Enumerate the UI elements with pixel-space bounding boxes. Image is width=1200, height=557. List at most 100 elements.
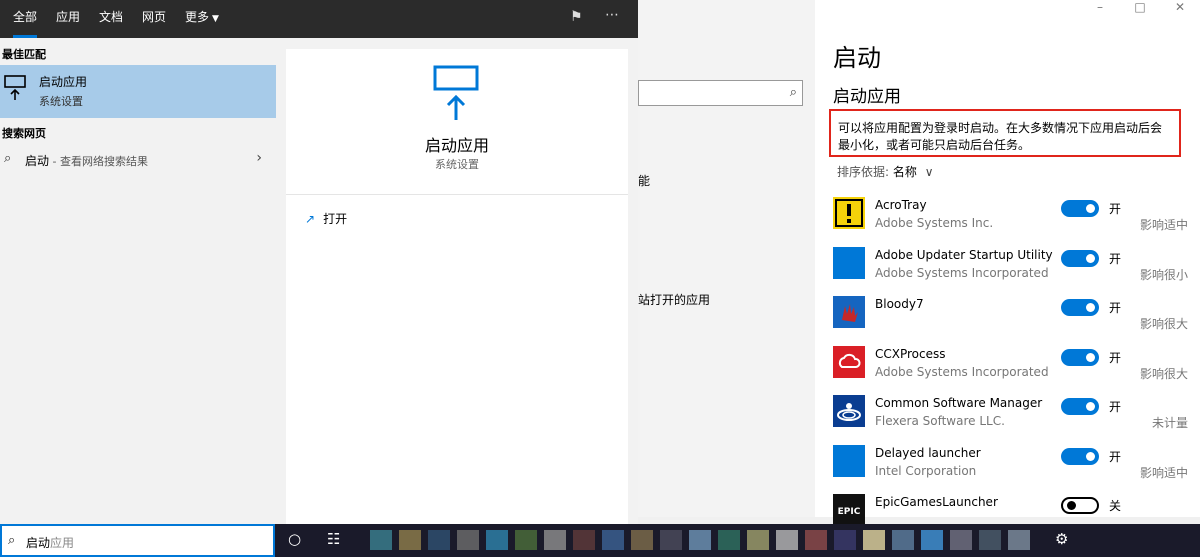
startup-app-row: Bloody7 开影响很大 [833, 295, 1200, 345]
pinned-app-icon[interactable] [573, 530, 595, 550]
chevron-down-icon: ∨ [924, 165, 934, 179]
best-match-name: 启动应用 [39, 75, 88, 89]
startup-toggle[interactable] [1061, 497, 1099, 514]
blank-app-icon [833, 444, 865, 477]
pinned-app-icon[interactable] [370, 530, 392, 550]
description-highlighted: 可以将应用配置为登录时启动。在大多数情况下应用启动后会最小化，或者可能只启动后台… [829, 109, 1181, 157]
app-name: Bloody7 [875, 297, 924, 311]
settings-search-box[interactable]: ⌕ [638, 80, 803, 106]
page-title: 启动 [833, 44, 881, 72]
blank-app-icon [833, 246, 865, 279]
app-name: AcroTray [875, 198, 927, 212]
startup-toggle[interactable] [1061, 200, 1099, 217]
startup-toggle[interactable] [1061, 348, 1099, 366]
pinned-app-icon[interactable] [805, 530, 827, 550]
startup-toggle[interactable] [1061, 299, 1099, 316]
startup-apps-large-icon [433, 65, 479, 120]
acrotray-icon [833, 197, 865, 229]
tab-all[interactable]: 全部 [13, 0, 38, 38]
web-search-item[interactable]: ⌕ 启动 - 查看网络搜索结果 › [0, 148, 276, 172]
tab-web[interactable]: 网页 [142, 0, 166, 38]
startup-toggle[interactable] [1061, 249, 1099, 267]
tab-more[interactable]: 更多 ▼ [185, 0, 219, 38]
svg-text:EPIC: EPIC [838, 507, 861, 517]
pinned-app-icon[interactable] [921, 530, 943, 550]
pinned-app-icon[interactable] [689, 530, 711, 550]
sort-label: 排序依据: [837, 165, 890, 179]
pinned-app-icon[interactable] [892, 530, 914, 550]
open-action[interactable]: ↗ 打开 [305, 210, 347, 227]
pinned-app-icon[interactable] [515, 530, 537, 550]
app-publisher: Flexera Software LLC. [875, 414, 1005, 428]
app-name: CCXProcess [875, 346, 946, 361]
divider [286, 194, 628, 195]
search-query-typed: 启动 [26, 536, 51, 550]
pinned-app-icon[interactable] [776, 530, 798, 550]
task-view-icon[interactable]: ☷ [327, 530, 340, 548]
open-icon: ↗ [305, 212, 316, 226]
cortana-icon[interactable]: ○ [288, 530, 301, 548]
pinned-app-icon[interactable] [979, 530, 1001, 550]
app-name: EpicGamesLauncher [875, 495, 998, 509]
pinned-app-icon[interactable] [428, 530, 450, 550]
search-icon: ⌕ [8, 533, 16, 548]
pinned-app-icon[interactable] [631, 530, 653, 550]
pinned-app-icon[interactable] [747, 530, 769, 550]
toggle-state-label: 开 [1109, 202, 1122, 216]
toggle-state-label: 开 [1109, 251, 1122, 266]
pinned-app-icon[interactable] [834, 530, 856, 550]
pinned-app-icon[interactable] [660, 530, 682, 550]
startup-toggle[interactable] [1061, 398, 1099, 415]
web-heading: 搜索网页 [2, 127, 46, 140]
pinned-app-icon[interactable] [486, 530, 508, 550]
pinned-app-icon[interactable] [1008, 530, 1030, 550]
best-match-subtitle: 系统设置 [39, 95, 83, 108]
pinned-app-icon[interactable] [950, 530, 972, 550]
startup-app-row: Common Software Manager Flexera Software … [833, 394, 1200, 444]
startup-impact: 未计量 [1151, 416, 1188, 430]
app-publisher: Adobe Systems Inc. [875, 216, 994, 230]
startup-app-row: AcroTray Adobe Systems Inc. 开影响适中 [833, 196, 1200, 246]
feedback-icon[interactable]: ⚑ [570, 9, 583, 25]
startup-app-row: Adobe Updater Startup Utility Adobe Syste… [833, 246, 1200, 296]
app-publisher: Adobe Systems Incorporated [875, 364, 1049, 379]
more-options-icon[interactable]: ⋯ [605, 7, 619, 23]
maximize-button[interactable]: □ [1120, 0, 1160, 14]
settings-gear-icon[interactable]: ⚙ [1055, 530, 1068, 548]
startup-app-row: CCXProcess Adobe Systems Incorporated 开影响很… [833, 345, 1200, 395]
toggle-state-label: 关 [1109, 499, 1122, 513]
chevron-right-icon[interactable]: › [256, 150, 262, 166]
search-query: 启动应用 [26, 534, 74, 551]
search-flyout: 全部 应用 文档 网页 更多 ▼ ⚑ ⋯ 最佳匹配 启动应用 系统设置 搜索网页 … [0, 0, 638, 524]
caret-down-icon: ▼ [212, 14, 219, 24]
startup-app-row: Delayed launcher Intel Corporation 开影响适中 [833, 444, 1200, 494]
search-icon: ⌕ [4, 151, 12, 166]
sort-dropdown[interactable]: 排序依据: 名称 ∨ [837, 163, 934, 180]
tab-documents[interactable]: 文档 [99, 0, 123, 38]
results-column: 最佳匹配 启动应用 系统设置 搜索网页 ⌕ 启动 - 查看网络搜索结果 › [0, 38, 276, 524]
pinned-app-icon[interactable] [457, 530, 479, 550]
pinned-app-icon[interactable] [399, 530, 421, 550]
startup-impact: 影响很大 [1139, 366, 1188, 381]
toggle-state-label: 开 [1109, 301, 1122, 315]
pinned-app-icon[interactable] [718, 530, 740, 550]
close-button[interactable]: ✕ [1160, 0, 1200, 14]
app-publisher: Adobe Systems Incorporated [875, 265, 1049, 280]
background-settings-window: ⌕ 能 站打开的应用 [638, 0, 815, 517]
best-match-item[interactable]: 启动应用 系统设置 [0, 65, 276, 118]
app-name: Common Software Manager [875, 396, 1043, 410]
app-publisher: Intel Corporation [875, 463, 977, 478]
best-match-heading: 最佳匹配 [2, 48, 46, 61]
minimize-button[interactable]: – [1080, 0, 1120, 14]
pinned-app-icon[interactable] [863, 530, 885, 550]
epic-icon: EPIC [833, 494, 865, 526]
pinned-app-icon[interactable] [544, 530, 566, 550]
pinned-app-icon[interactable] [602, 530, 624, 550]
sort-value: 名称 [892, 165, 917, 179]
startup-impact: 影响很大 [1139, 317, 1188, 331]
startup-toggle[interactable] [1061, 447, 1099, 465]
screen: ⌕ 能 站打开的应用 – □ ✕ 启动 启动应用 可以将应用配置为登录时启动。在… [0, 0, 1200, 557]
web-query-suffix: - 查看网络搜索结果 [49, 155, 148, 168]
taskbar-search-input[interactable]: ⌕ 启动应用 [0, 524, 275, 557]
tab-apps[interactable]: 应用 [56, 0, 80, 38]
